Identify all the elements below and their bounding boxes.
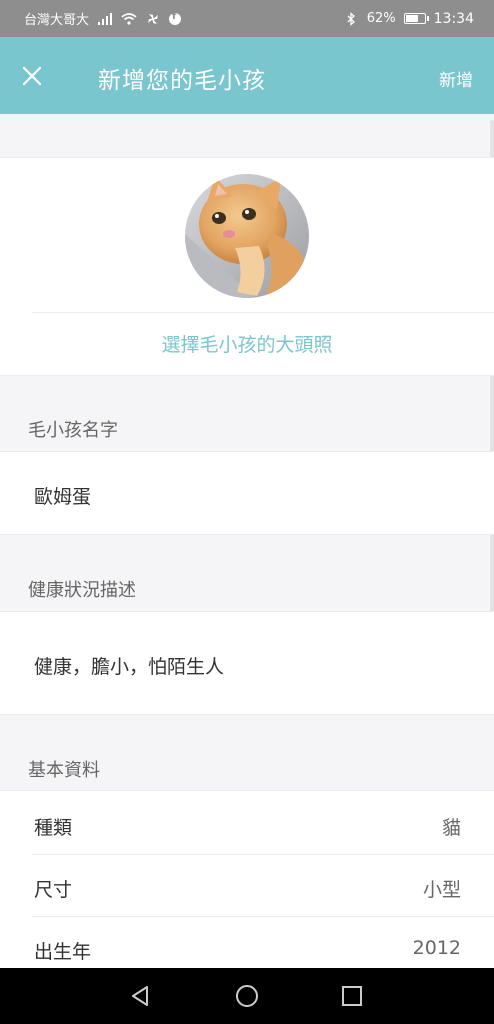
pet-avatar[interactable] (185, 174, 309, 298)
basic-info-label: 基本資料 (28, 760, 100, 781)
battery-percent: 62% (366, 11, 396, 26)
species-key: 種類 (34, 817, 73, 839)
clock: 13:34 (433, 10, 474, 27)
facebook-icon (169, 11, 182, 25)
basic-info-list: 種類 貓 尺寸 小型 出生年 2012 (0, 790, 494, 971)
home-icon[interactable] (233, 982, 261, 1010)
app-bar: 新增您的毛小孩 新增 (0, 37, 494, 114)
cat-photo (185, 174, 309, 298)
birth-year-key: 出生年 (34, 941, 92, 963)
battery-icon (403, 13, 429, 24)
wifi-icon (121, 12, 137, 25)
pet-name-label: 毛小孩名字 (28, 420, 118, 441)
add-button[interactable]: 新增 (439, 66, 473, 91)
close-icon[interactable] (20, 64, 44, 88)
list-item-species[interactable]: 種類 貓 (0, 793, 494, 855)
health-description-value: 健康，膽小，怕陌生人 (34, 656, 225, 678)
system-nav-bar (0, 968, 494, 1024)
avatar-section: 選擇毛小孩的大頭照 (0, 157, 494, 376)
divider (32, 312, 494, 313)
choose-avatar-link[interactable]: 選擇毛小孩的大頭照 (0, 330, 494, 357)
pet-name-field[interactable]: 歐姆蛋 (0, 451, 494, 535)
health-description-field[interactable]: 健康，膽小，怕陌生人 (0, 611, 494, 715)
status-bar: 台灣大哥大 62% 13:34 (0, 0, 494, 37)
pinwheel-icon (148, 13, 159, 24)
list-item-size[interactable]: 尺寸 小型 (0, 855, 494, 917)
back-icon[interactable] (127, 982, 155, 1010)
health-label: 健康狀況描述 (28, 580, 136, 601)
recents-icon[interactable] (338, 982, 366, 1010)
pet-name-value: 歐姆蛋 (34, 486, 92, 508)
carrier-label: 台灣大哥大 (24, 13, 90, 28)
birth-year-value: 2012 (412, 937, 461, 959)
page-title: 新增您的毛小孩 (98, 68, 266, 94)
size-key: 尺寸 (34, 879, 73, 901)
bluetooth-icon (347, 11, 355, 26)
signal-icon (98, 12, 113, 25)
size-value: 小型 (422, 879, 461, 901)
species-value: 貓 (441, 817, 461, 839)
